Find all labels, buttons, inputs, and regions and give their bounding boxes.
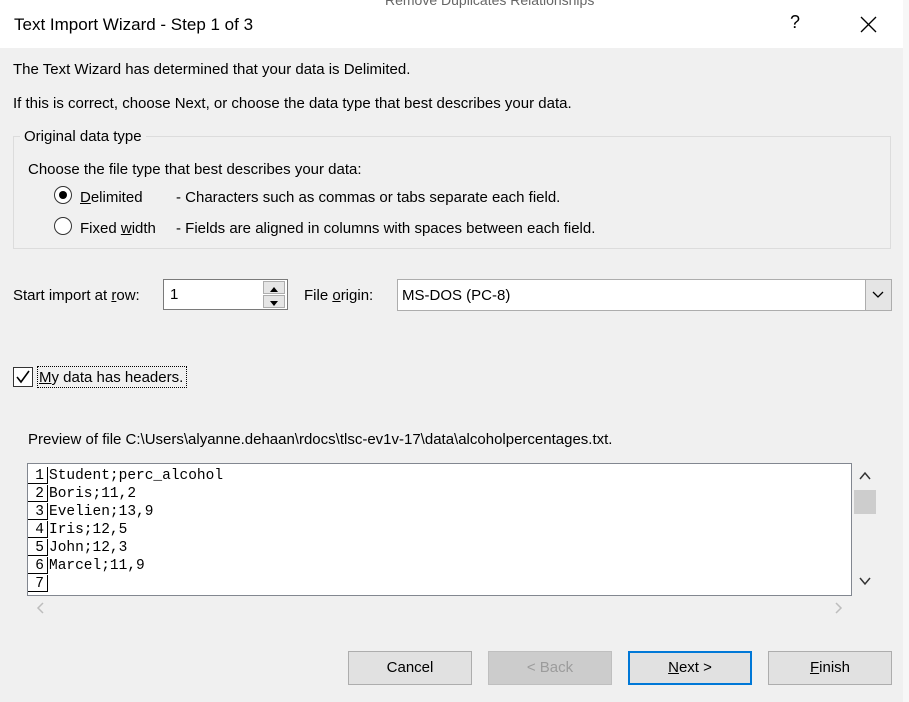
background-ribbon-peek: Remove Duplicates Relationships bbox=[385, 0, 595, 8]
row-text: Iris;12,5 bbox=[49, 522, 128, 538]
file-type-prompt: Choose the file type that best describes… bbox=[28, 161, 362, 178]
row-number: 1 bbox=[28, 467, 48, 484]
headers-checkbox[interactable] bbox=[13, 367, 33, 387]
fixed-width-label[interactable]: Fixed width bbox=[80, 220, 156, 237]
close-icon bbox=[860, 16, 877, 33]
radio-delimited[interactable] bbox=[54, 186, 72, 204]
preview-horizontal-scrollbar[interactable] bbox=[27, 596, 852, 620]
next-button[interactable]: Next > bbox=[628, 651, 752, 685]
radio-selected-dot bbox=[59, 191, 67, 199]
file-origin-dropdown-button[interactable] bbox=[865, 280, 891, 310]
preview-label: Preview of file C:\Users\alyanne.dehaan\… bbox=[28, 431, 613, 448]
window-edge bbox=[903, 0, 909, 702]
row-text: Student;perc_alcohol bbox=[49, 468, 224, 484]
headers-checkbox-label[interactable]: My data has headers. bbox=[39, 369, 183, 386]
scroll-right-icon[interactable] bbox=[829, 596, 849, 620]
chevron-down-icon bbox=[872, 291, 884, 298]
close-button[interactable] bbox=[852, 8, 884, 40]
file-origin-select[interactable]: MS-DOS (PC-8) bbox=[397, 279, 892, 311]
finish-button[interactable]: Finish bbox=[768, 651, 892, 685]
scrollbar-thumb[interactable] bbox=[854, 490, 876, 514]
row-text: John;12,3 bbox=[49, 540, 128, 556]
scroll-up-icon[interactable] bbox=[852, 463, 878, 487]
file-origin-value: MS-DOS (PC-8) bbox=[402, 287, 511, 304]
start-row-label: Start import at row: bbox=[13, 287, 140, 304]
spin-up-button[interactable] bbox=[263, 281, 285, 294]
checkmark-icon bbox=[16, 370, 30, 384]
delimited-label[interactable]: Delimited bbox=[80, 189, 143, 206]
spin-down-button[interactable] bbox=[263, 295, 285, 308]
row-number: 6 bbox=[28, 557, 48, 574]
row-number: 7 bbox=[28, 575, 48, 592]
preview-vertical-scrollbar[interactable] bbox=[852, 463, 878, 596]
row-text: Boris;11,2 bbox=[49, 486, 137, 502]
start-row-value: 1 bbox=[170, 286, 179, 303]
delimited-description: - Characters such as commas or tabs sepa… bbox=[176, 189, 561, 206]
triangle-up-icon bbox=[270, 287, 278, 292]
file-origin-label: File origin: bbox=[304, 287, 374, 304]
back-button[interactable]: < Back bbox=[488, 651, 612, 685]
row-number: 5 bbox=[28, 539, 48, 556]
intro-line-2: If this is correct, choose Next, or choo… bbox=[13, 95, 572, 112]
triangle-down-icon bbox=[270, 301, 278, 306]
preview-pane[interactable]: 1 Student;perc_alcohol 2 Boris;11,2 3 Eveli… bbox=[27, 463, 852, 596]
intro-line-1: The Text Wizard has determined that your… bbox=[13, 61, 411, 78]
row-number: 3 bbox=[28, 503, 48, 520]
radio-fixed-width[interactable] bbox=[54, 217, 72, 235]
row-number: 4 bbox=[28, 521, 48, 538]
row-text: Marcel;11,9 bbox=[49, 558, 145, 574]
row-number: 2 bbox=[28, 485, 48, 502]
help-button[interactable]: ? bbox=[790, 12, 800, 33]
scroll-down-icon[interactable] bbox=[852, 570, 878, 594]
dialog-title: Text Import Wizard - Step 1 of 3 bbox=[14, 15, 254, 34]
scroll-left-icon[interactable] bbox=[30, 596, 50, 620]
cancel-button[interactable]: Cancel bbox=[348, 651, 472, 685]
group-label: Original data type bbox=[20, 128, 146, 145]
start-row-spinner[interactable]: 1 bbox=[163, 279, 288, 310]
fixed-width-description: - Fields are aligned in columns with spa… bbox=[176, 220, 596, 237]
row-text: Evelien;13,9 bbox=[49, 504, 154, 520]
